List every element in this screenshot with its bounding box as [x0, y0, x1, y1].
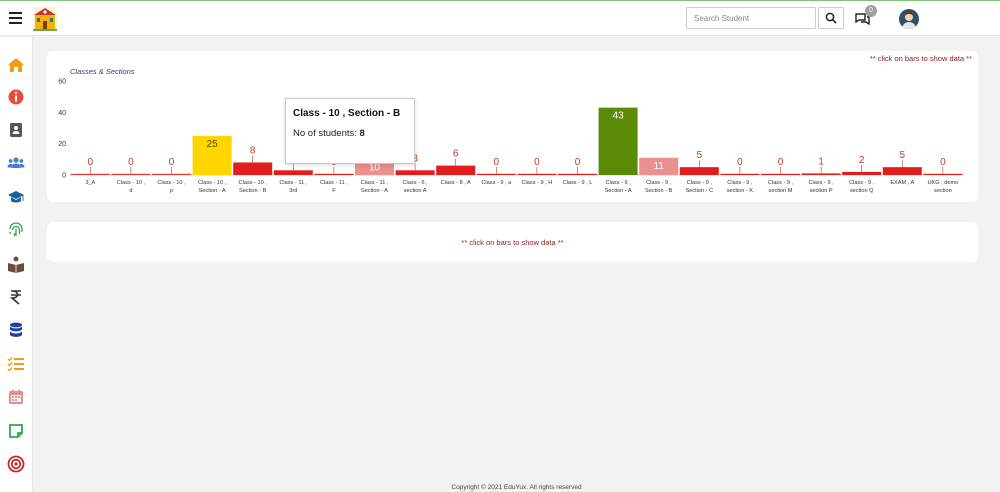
bar[interactable] — [395, 170, 435, 175]
fingerprint-icon[interactable] — [7, 221, 25, 239]
x-tick-label: Class - 9 , L — [563, 180, 593, 186]
bar-value-label: 0 — [494, 157, 500, 168]
x-tick-label: section — [934, 188, 952, 194]
bar[interactable] — [111, 173, 151, 175]
bar-value-label: 11 — [654, 161, 665, 172]
bar[interactable] — [233, 162, 273, 175]
tooltip-title: Class - 10 , Section - B — [293, 108, 401, 119]
x-tick-label: p — [170, 188, 173, 194]
x-tick-label: Section - C — [685, 188, 713, 194]
tooltip-row: No of students: 8 — [293, 128, 407, 139]
x-tick-label: Class - 10 , — [157, 180, 186, 186]
x-tick-label: Class - 6 , — [403, 180, 429, 186]
x-tick-label: section - K — [727, 188, 754, 194]
calendar-icon[interactable] — [7, 388, 25, 406]
x-tick-label: Section - B — [645, 188, 673, 194]
x-tick-label: Class - 9 , — [849, 180, 875, 186]
x-tick-label: Class - 11 , — [361, 180, 389, 186]
x-tick-label: Class - 10 , — [117, 180, 146, 186]
bar-value-label: 5 — [900, 150, 906, 161]
x-tick-label: section A — [404, 188, 427, 194]
bar[interactable] — [70, 173, 110, 175]
y-tick-label: 40 — [58, 110, 66, 117]
x-tick-label: F — [332, 188, 336, 194]
target-icon[interactable] — [7, 455, 25, 473]
bar-value-label: 2 — [859, 155, 865, 166]
tooltip-label: No of students: — [293, 128, 357, 139]
y-tick-label: 20 — [58, 141, 66, 148]
bar[interactable] — [476, 173, 516, 175]
x-tick-label: Class - 9 , — [809, 180, 835, 186]
bar[interactable] — [882, 167, 922, 175]
book-reader-icon[interactable] — [7, 255, 25, 273]
x-tick-label: Class - 11 , — [279, 180, 307, 186]
footer-copyright: Copyright © 2021 EduYux. All rights rese… — [451, 484, 582, 491]
bar-value-label: 0 — [737, 157, 743, 168]
x-tick-label: Class - 9 , a — [481, 180, 512, 186]
chart-tooltip: Class - 10 , Section - B No of students:… — [285, 98, 415, 164]
bar[interactable] — [842, 171, 882, 175]
bar-value-label: 0 — [169, 157, 175, 168]
x-tick-label: section P — [810, 188, 833, 194]
x-tick-label: Class - 9 , — [687, 180, 713, 186]
bar-value-label: 0 — [778, 157, 784, 168]
bar[interactable] — [152, 173, 191, 175]
x-tick-label: 3rd — [289, 188, 297, 194]
bar-value-label: 0 — [575, 157, 581, 168]
database-icon[interactable] — [7, 321, 25, 339]
rupee-icon[interactable] — [7, 288, 25, 306]
x-tick-label: 3_A — [85, 180, 95, 186]
checklist-icon[interactable] — [7, 355, 25, 373]
x-tick-label: Class - 8 , A — [441, 180, 471, 186]
bar-value-label: 5 — [697, 150, 703, 161]
x-tick-label: Class - 11 , — [320, 180, 348, 186]
x-tick-label: section M — [769, 188, 793, 194]
x-tick-label: Section - A — [605, 188, 632, 194]
tooltip-value: 8 — [359, 128, 365, 139]
bar[interactable] — [517, 173, 557, 175]
classes-bar-chart[interactable]: 020406003_A0Class - 10 ,d0Class - 10 ,p2… — [0, 0, 1000, 210]
x-tick-label: Section - B — [239, 188, 267, 194]
bar[interactable] — [436, 165, 476, 175]
x-tick-label: section Q — [850, 188, 874, 194]
bar[interactable] — [558, 173, 597, 175]
y-tick-label: 60 — [58, 79, 66, 86]
x-tick-label: Class - 9 , — [606, 180, 632, 186]
x-tick-label: EXAM , A — [890, 180, 914, 186]
x-tick-label: Class - 9 , H — [522, 180, 553, 186]
bar-value-label: 0 — [940, 157, 946, 168]
bar-value-label: 0 — [128, 157, 134, 168]
bar[interactable] — [314, 173, 354, 175]
y-tick-label: 0 — [62, 173, 66, 180]
details-hint: ** click on bars to show data ** — [461, 238, 564, 247]
bar[interactable] — [273, 170, 313, 175]
x-tick-label: Class - 9 , — [646, 180, 672, 186]
x-tick-label: d — [129, 188, 132, 194]
bar-value-label: 8 — [250, 145, 256, 156]
bar[interactable] — [923, 173, 963, 175]
bar[interactable] — [761, 173, 800, 175]
bar-value-label: 25 — [207, 139, 219, 150]
bar[interactable] — [679, 167, 719, 175]
bar[interactable] — [720, 173, 760, 175]
bar-value-label: 0 — [88, 157, 94, 168]
bar-value-label: 43 — [613, 111, 625, 122]
bar-value-label: 6 — [453, 149, 459, 160]
bar[interactable] — [801, 173, 841, 175]
x-tick-label: Class - 10 , — [198, 180, 227, 186]
bar-value-label: 1 — [818, 156, 824, 167]
sticky-note-icon[interactable] — [7, 422, 25, 440]
x-tick-label: Section - A — [361, 188, 388, 194]
details-card: ** click on bars to show data ** — [47, 222, 978, 262]
bar-value-label: 0 — [534, 157, 540, 168]
x-tick-label: Section - A — [199, 188, 226, 194]
x-tick-label: Class - 9 , — [768, 180, 794, 186]
x-tick-label: UKG , demo — [928, 180, 959, 186]
x-tick-label: Class - 9 , — [727, 180, 753, 186]
x-tick-label: Class - 10 , — [239, 180, 268, 186]
